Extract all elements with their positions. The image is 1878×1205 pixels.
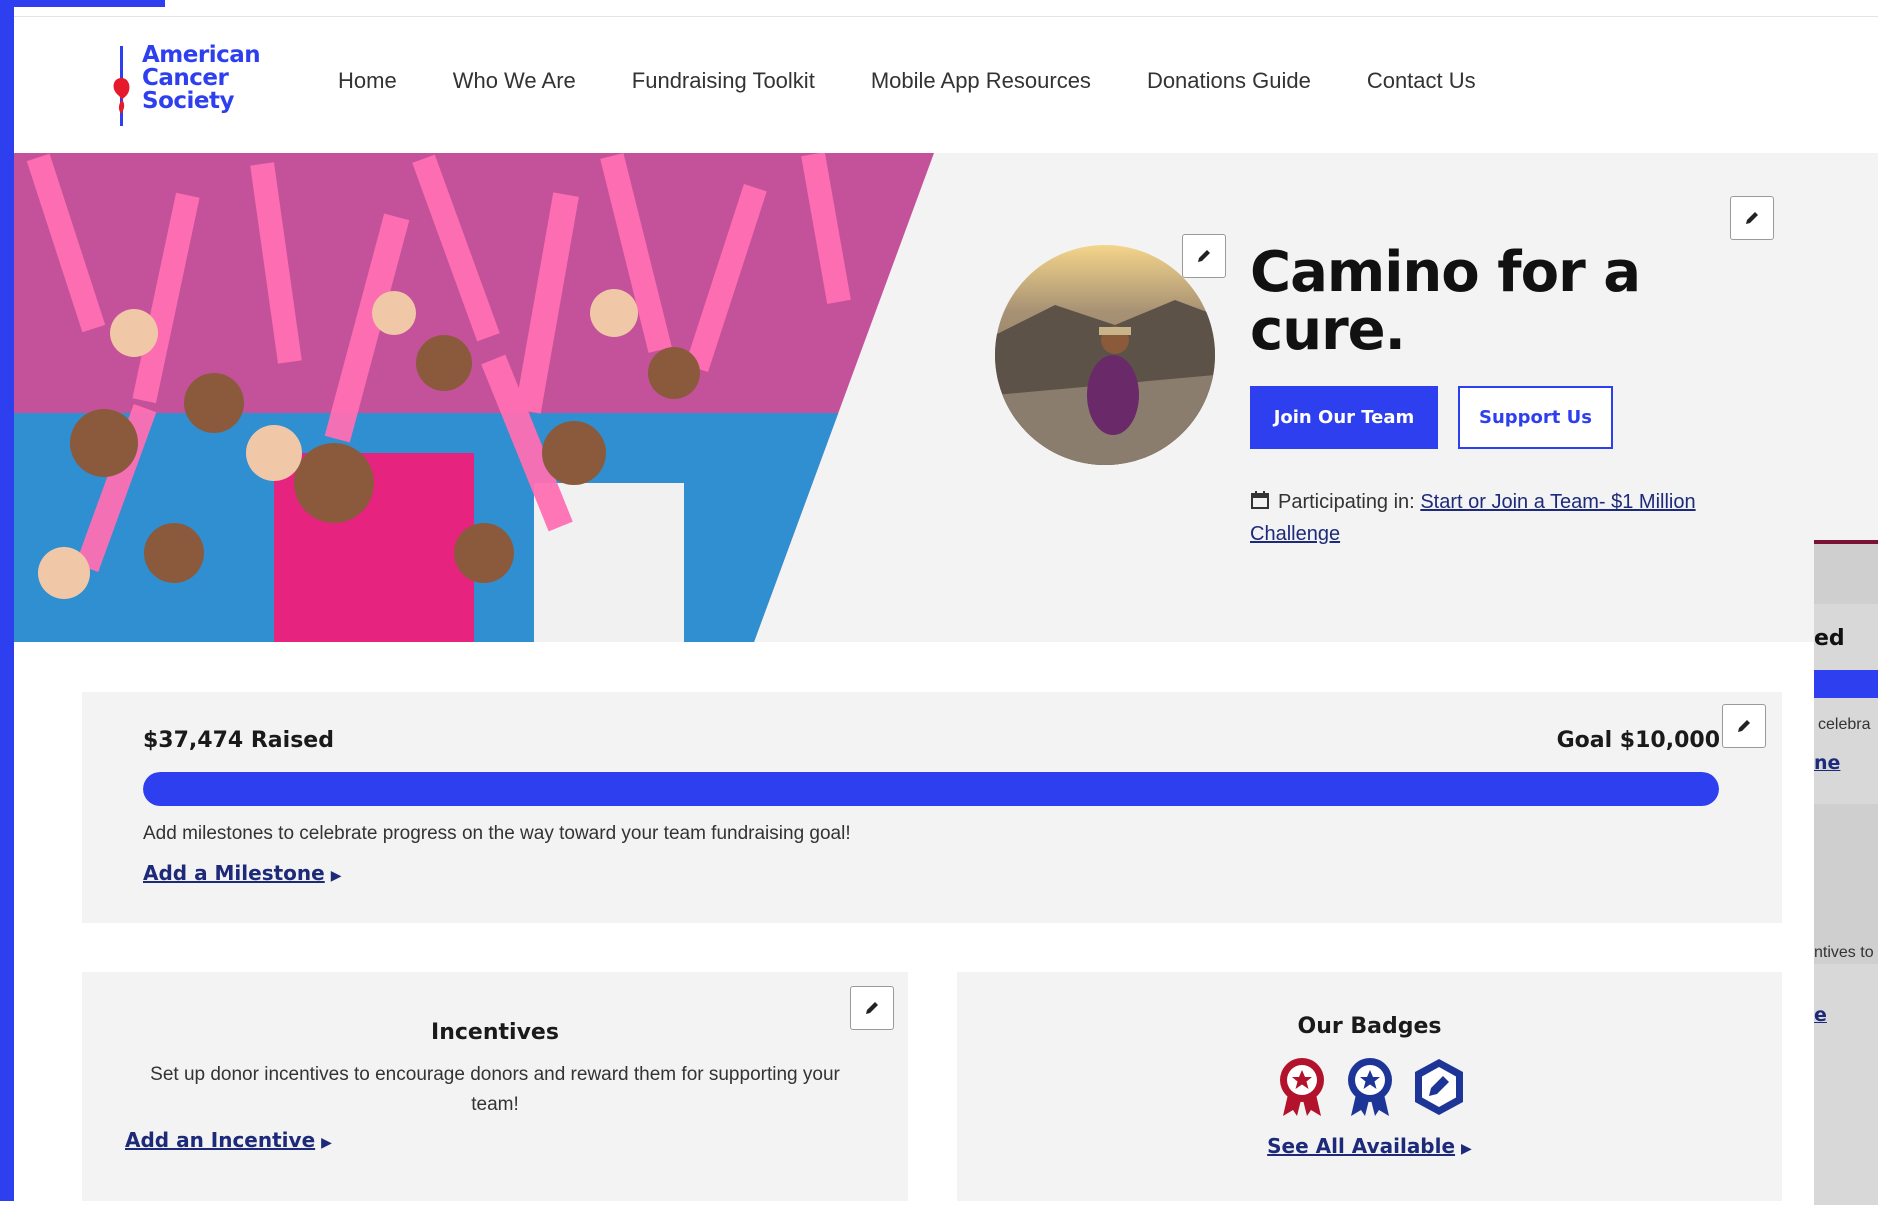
- overlay-text-fragment-2: ntives to: [1814, 944, 1874, 961]
- acs-logo[interactable]: American Cancer Society: [108, 42, 261, 128]
- nav-fundraising-toolkit[interactable]: Fundraising Toolkit: [632, 68, 815, 94]
- nav-who-we-are[interactable]: Who We Are: [453, 68, 576, 94]
- fundraising-goal: Goal $10,000: [1556, 728, 1720, 753]
- nav-donations-guide[interactable]: Donations Guide: [1147, 68, 1311, 94]
- add-milestone-wrapper: Add a Milestone ▶: [143, 861, 342, 885]
- overlay-bar: [1814, 670, 1878, 698]
- hero-crowd-photo: [14, 153, 934, 642]
- pencil-hexagon-icon[interactable]: [1411, 1056, 1467, 1118]
- pencil-icon: [866, 1002, 878, 1014]
- incentives-card: Incentives Set up donor incentives to en…: [82, 972, 908, 1201]
- overlay-link-fragment-2[interactable]: e: [1814, 1004, 1827, 1026]
- badges-row: [1275, 1056, 1467, 1118]
- support-us-button[interactable]: Support Us: [1458, 386, 1613, 449]
- participating-info: Participating in: Start or Join a Team- …: [1250, 491, 1696, 545]
- nav-home[interactable]: Home: [338, 68, 397, 94]
- sword-logo-icon: [113, 46, 130, 126]
- ribbon-star-icon[interactable]: [1275, 1056, 1329, 1118]
- add-milestone-link[interactable]: Add a Milestone: [143, 861, 325, 885]
- see-all-badges-link[interactable]: See All Available: [1267, 1134, 1455, 1158]
- window-edge-stripe: [0, 0, 14, 1201]
- pencil-icon: [1746, 212, 1758, 224]
- incentives-edit-button[interactable]: [850, 986, 894, 1030]
- overlay-text-fragment: celebra: [1818, 716, 1871, 733]
- progress-card: [82, 692, 1782, 923]
- caret-right-icon: ▶: [321, 1134, 332, 1150]
- badges-card: Our Badges See All Available ▶: [957, 972, 1782, 1201]
- incentives-title: Incentives: [431, 1020, 559, 1045]
- badges-title: Our Badges: [1297, 1014, 1442, 1039]
- hero-edit-button[interactable]: [1730, 196, 1774, 240]
- caret-right-icon: ▶: [330, 867, 342, 883]
- amount-raised: $37,474 Raised: [143, 728, 334, 753]
- background-window-panel: ed celebra ne ntives to e: [1814, 540, 1878, 1205]
- incentives-description: Set up donor incentives to encourage don…: [150, 1064, 840, 1115]
- milestone-description: Add milestones to celebrate progress on …: [143, 823, 851, 844]
- progress-bar-fill: [143, 772, 1719, 806]
- team-avatar: [995, 245, 1215, 465]
- progress-bar: [143, 772, 1719, 806]
- main-nav: Home Who We Are Fundraising Toolkit Mobi…: [338, 68, 1476, 94]
- pencil-icon: [1198, 250, 1210, 262]
- ribbon-star-icon[interactable]: [1343, 1056, 1397, 1118]
- overlay-link-fragment[interactable]: ne: [1814, 752, 1840, 774]
- overlay-title-fragment: ed: [1814, 626, 1845, 651]
- logo-wordmark: American Cancer Society: [142, 42, 261, 114]
- calendar-icon: [1251, 491, 1269, 509]
- team-title: Camino for a cure.: [1250, 240, 1641, 363]
- avatar-edit-button[interactable]: [1182, 234, 1226, 278]
- nav-contact-us[interactable]: Contact Us: [1367, 68, 1476, 94]
- goal-edit-button[interactable]: [1722, 704, 1766, 748]
- caret-right-icon: ▶: [1461, 1140, 1472, 1156]
- join-team-button[interactable]: Join Our Team: [1250, 386, 1438, 449]
- add-incentive-wrapper: Add an Incentive ▶: [125, 1128, 332, 1152]
- see-all-wrapper: See All Available ▶: [957, 1134, 1782, 1158]
- nav-mobile-app-resources[interactable]: Mobile App Resources: [871, 68, 1091, 94]
- header-top-divider: [14, 16, 1878, 17]
- pencil-icon: [1738, 720, 1750, 732]
- window-top-tab: [0, 0, 165, 7]
- add-incentive-link[interactable]: Add an Incentive: [125, 1128, 315, 1152]
